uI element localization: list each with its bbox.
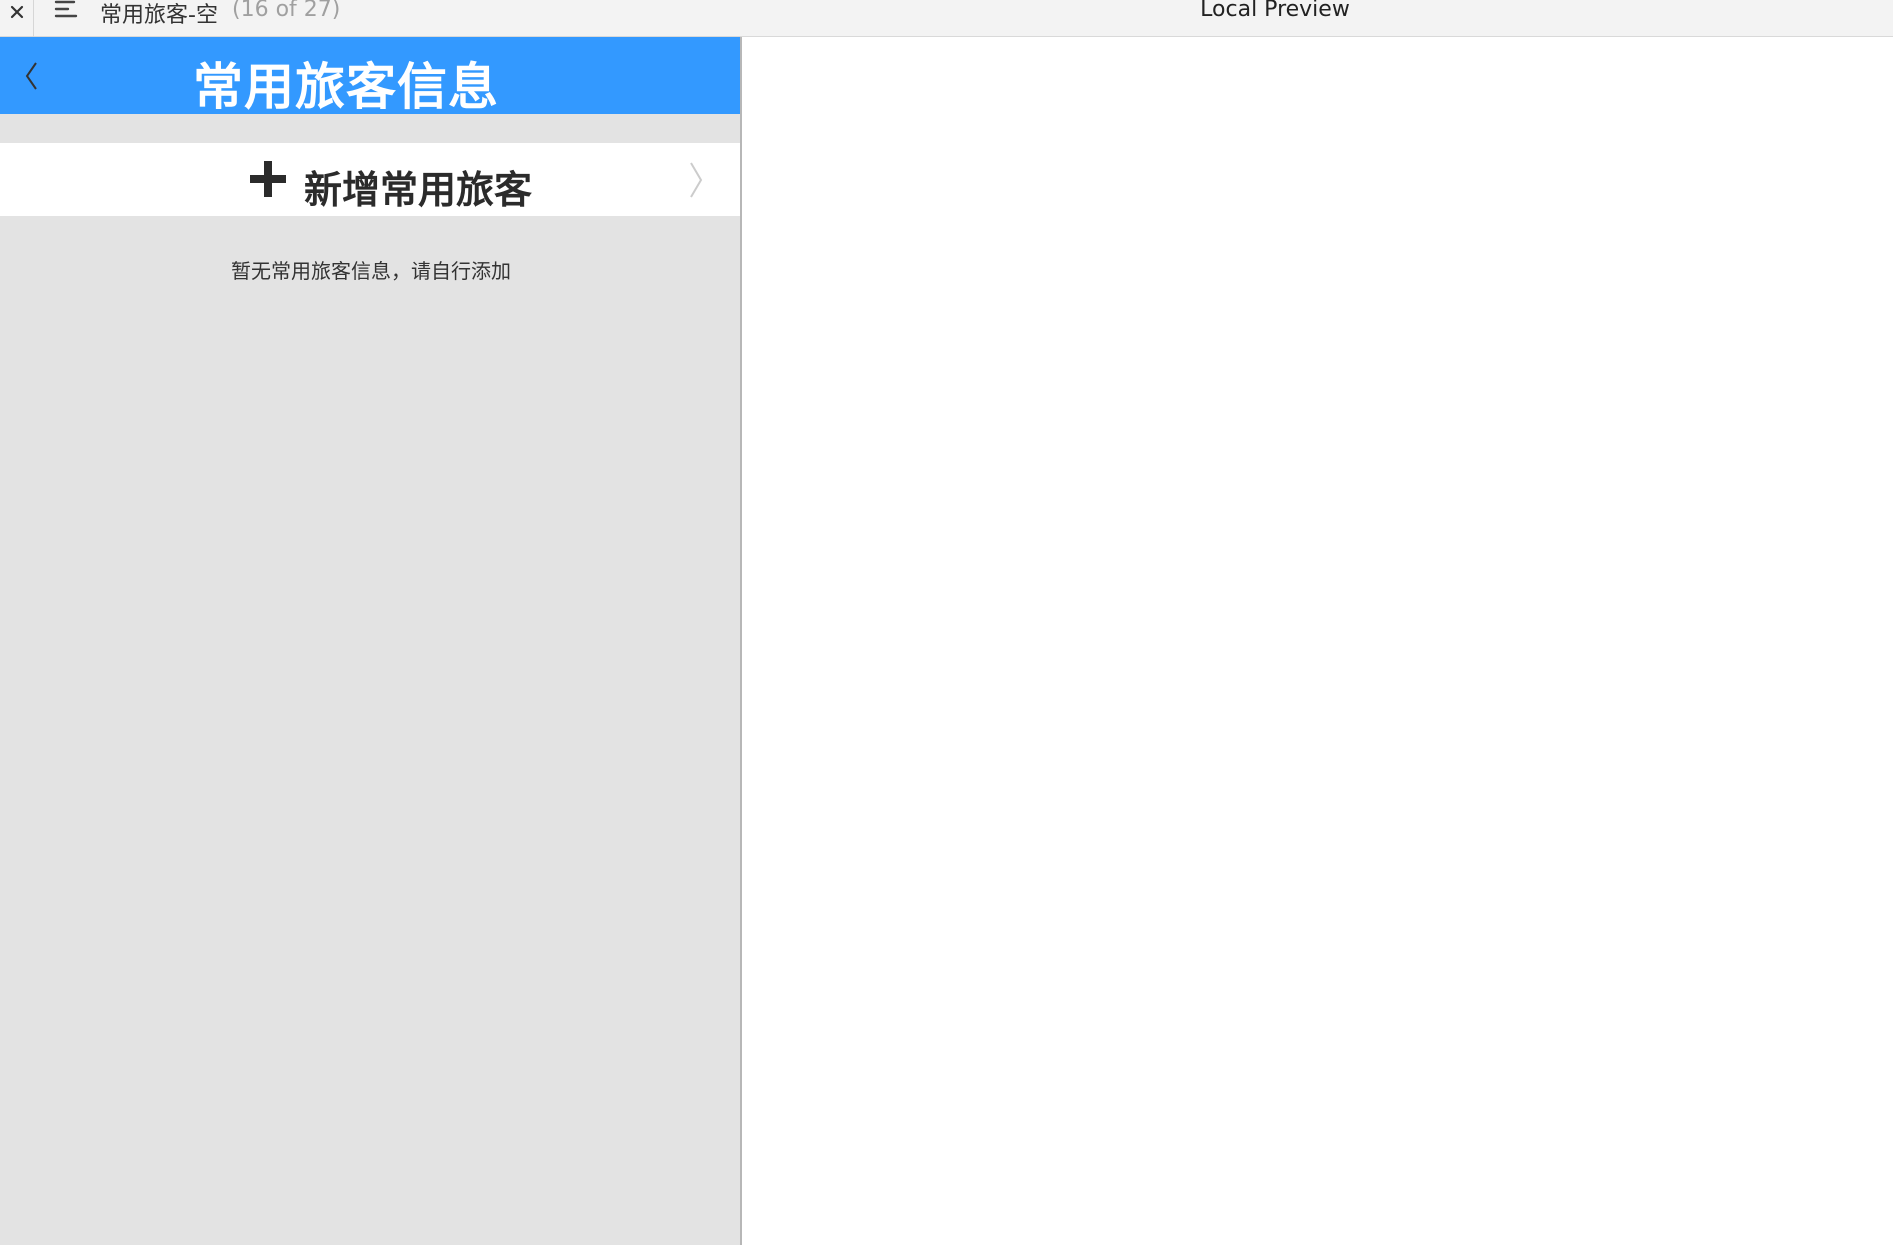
plus-icon [250,161,286,197]
chevron-right-icon [690,162,703,198]
page-count: (16 of 27) [232,0,341,22]
empty-state-message: 暂无常用旅客信息，请自行添加 [231,259,511,283]
preview-title: Local Preview [1200,0,1350,22]
close-button[interactable] [0,0,34,37]
page-title: 常用旅客信息 [193,58,499,116]
preview-toolbar: 常用旅客-空 (16 of 27) Local Preview [0,0,1893,37]
menu-icon [54,0,78,18]
nav-bar: 常用旅客信息 [0,37,740,116]
add-traveler-label: 新增常用旅客 [304,168,533,212]
phone-screen: 常用旅客信息 新增常用旅客 暂无常用旅客信息，请自行添加 [0,37,742,1245]
close-icon [10,5,23,18]
add-traveler-row[interactable]: 新增常用旅客 [0,143,740,216]
page-name: 常用旅客-空 [100,3,218,28]
page-menu-button[interactable] [54,0,80,37]
